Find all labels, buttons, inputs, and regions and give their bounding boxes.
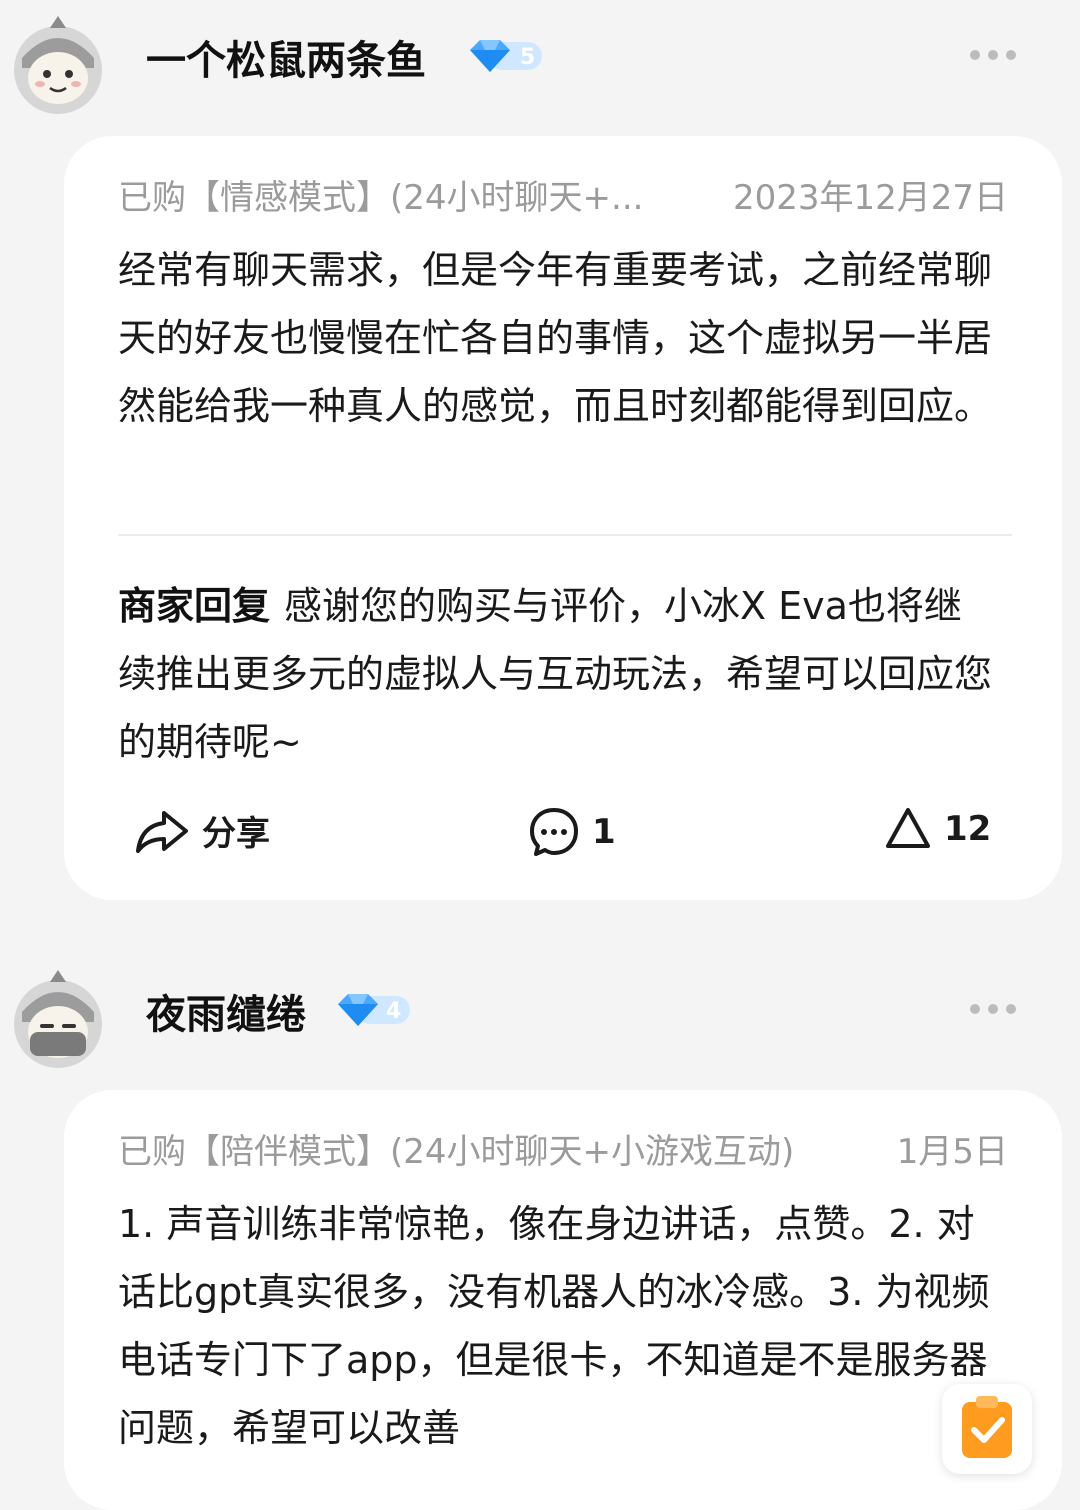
avatar-icon[interactable] [12, 966, 104, 1070]
review-post: 夜雨缱绻 4 已购【陪伴模式】(24小时聊天+小游戏互动) 1月5日 1. 声音… [0, 954, 1080, 1510]
username[interactable]: 夜雨缱绻 [146, 982, 306, 1040]
review-card: 已购【情感模式】(24小时聊天+... 2023年12月27日 经常有聊天需求，… [64, 136, 1062, 900]
review-date: 2023年12月27日 [732, 178, 1008, 218]
divider [118, 534, 1012, 536]
purchased-item: 已购【陪伴模式】(24小时聊天+小游戏互动) [118, 1132, 795, 1172]
more-icon[interactable] [970, 50, 1016, 60]
like-icon [886, 808, 930, 848]
purchased-item: 已购【情感模式】(24小时聊天+... [118, 178, 644, 218]
purchase-meta: 已购【陪伴模式】(24小时聊天+小游戏互动) 1月5日 [118, 1124, 1008, 1173]
purchase-meta: 已购【情感模式】(24小时聊天+... 2023年12月27日 [118, 170, 1008, 219]
review-post: 一个松鼠两条鱼 5 已购【情感模式】(24小时聊天+... 2023年12月27… [0, 0, 1080, 900]
merchant-reply-label: 商家回复 [118, 584, 271, 628]
review-card: 已购【陪伴模式】(24小时聊天+小游戏互动) 1月5日 1. 声音训练非常惊艳，… [64, 1090, 1062, 1510]
comment-count: 1 [592, 812, 616, 852]
checklist-icon [962, 1396, 1012, 1458]
like-button[interactable]: 12 [884, 806, 991, 852]
comment-icon [530, 808, 578, 856]
action-bar: 分享 1 12 [134, 806, 991, 866]
comment-button[interactable]: 1 [528, 806, 616, 858]
checklist-button[interactable] [942, 1384, 1032, 1474]
post-header: 一个松鼠两条鱼 5 [0, 0, 1080, 120]
diamond-badge-icon: 4 [338, 994, 410, 1026]
diamond-badge-icon: 5 [470, 40, 542, 72]
review-text: 1. 声音训练非常惊艳，像在身边讲话，点赞。2. 对话比gpt真实很多，没有机器… [118, 1202, 990, 1450]
merchant-reply: 商家回复 感谢您的购买与评价，小冰X Eva也将继续推出更多元的虚拟人与互动玩法，… [118, 572, 998, 776]
share-button[interactable]: 分享 [134, 806, 270, 855]
review-date: 1月5日 [896, 1132, 1008, 1172]
share-label: 分享 [202, 814, 270, 854]
username[interactable]: 一个松鼠两条鱼 [146, 28, 426, 86]
share-icon [136, 810, 188, 853]
badge-level: 4 [386, 999, 401, 1024]
badge-level: 5 [520, 45, 535, 70]
more-icon[interactable] [970, 1004, 1016, 1014]
review-text: 经常有聊天需求，但是今年有重要考试，之前经常聊天的好友也慢慢在忙各自的事情，这个… [118, 248, 993, 428]
post-header: 夜雨缱绻 4 [0, 954, 1080, 1074]
avatar-icon[interactable] [12, 12, 104, 116]
like-count: 12 [944, 809, 992, 849]
